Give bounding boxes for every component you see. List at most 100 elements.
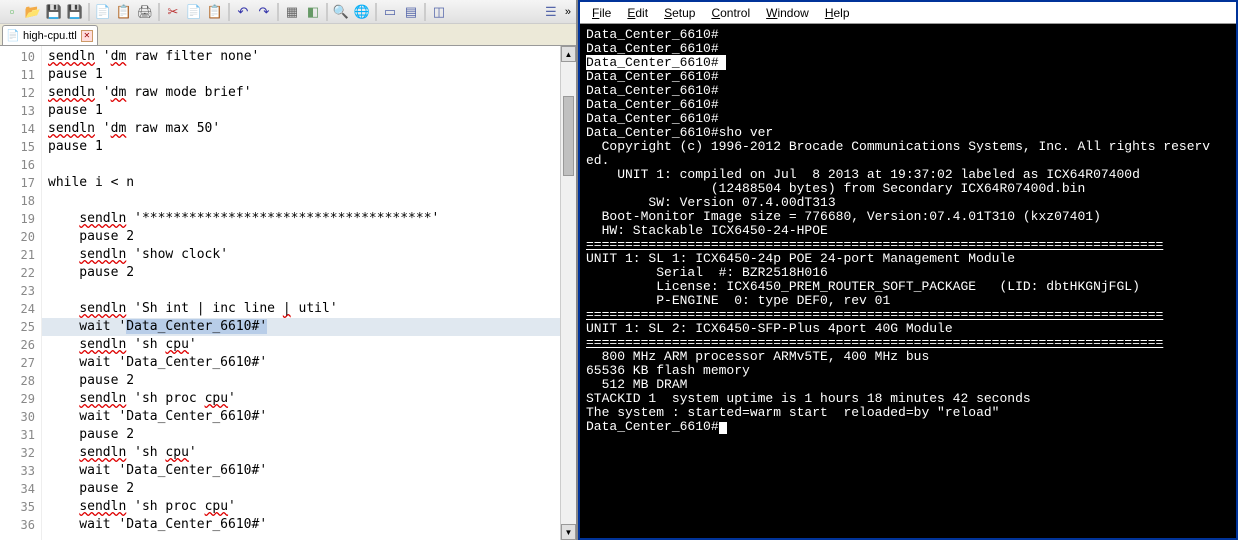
code-line[interactable]: pause 1 xyxy=(42,138,576,156)
terminal-cursor xyxy=(719,422,727,434)
code-line[interactable]: sendln '********************************… xyxy=(42,210,576,228)
terminal-line: Data_Center_6610# xyxy=(586,70,1230,84)
toolbar-overflow-button[interactable]: » xyxy=(562,6,574,18)
paste-2-icon[interactable]: 📋 xyxy=(114,2,134,22)
terminal-line: HW: Stackable ICX6450-24-HPOE xyxy=(586,224,1230,238)
terminal-line: P-ENGINE 0: type DEF0, rev 01 xyxy=(586,294,1230,308)
redo-icon[interactable]: ↷ xyxy=(254,2,274,22)
line-number: 21 xyxy=(0,246,41,264)
terminal-line: Serial #: BZR2518H016 xyxy=(586,266,1230,280)
code-line[interactable]: pause 2 xyxy=(42,426,576,444)
code-line[interactable] xyxy=(42,192,576,210)
code-line[interactable]: wait 'Data_Center_6610#' xyxy=(42,354,576,372)
toolbar-separator xyxy=(326,3,328,21)
line-number: 22 xyxy=(0,264,41,282)
code-line[interactable]: wait 'Data_Center_6610#' xyxy=(42,516,576,534)
menu-bar: FileEditSetupControlWindowHelp xyxy=(580,2,1236,24)
code-line[interactable]: sendln 'sh cpu' xyxy=(42,444,576,462)
terminal-line: Data_Center_6610# xyxy=(586,84,1230,98)
scroll-up-button[interactable]: ▲ xyxy=(561,46,576,62)
terminal-line: Data_Center_6610# xyxy=(586,420,1230,434)
terminal-line: 800 MHz ARM processor ARMv5TE, 400 MHz b… xyxy=(586,350,1230,364)
menu-window[interactable]: Window xyxy=(758,4,817,22)
panel2-icon[interactable]: ☰ xyxy=(541,2,561,22)
code-line[interactable]: sendln 'show clock' xyxy=(42,246,576,264)
menu-file[interactable]: File xyxy=(584,4,619,22)
code-line[interactable]: wait 'Data_Center_6610#' xyxy=(42,408,576,426)
terminal-line: The system : started=warm start reloaded… xyxy=(586,406,1230,420)
menu-control[interactable]: Control xyxy=(703,4,758,22)
code-line[interactable]: pause 2 xyxy=(42,228,576,246)
menu-edit[interactable]: Edit xyxy=(619,4,656,22)
toolbar-separator xyxy=(424,3,426,21)
win-icon[interactable]: ▭ xyxy=(380,2,400,22)
undo-icon[interactable]: ↶ xyxy=(233,2,253,22)
code-line[interactable]: wait 'Data_Center_6610#' xyxy=(42,462,576,480)
line-number: 35 xyxy=(0,498,41,516)
code-line[interactable] xyxy=(42,156,576,174)
line-number: 24 xyxy=(0,300,41,318)
code-area[interactable]: sendln 'dm raw filter none'pause 1sendln… xyxy=(42,46,576,540)
menu-help[interactable]: Help xyxy=(817,4,858,22)
scroll-thumb[interactable] xyxy=(563,96,574,176)
code-line[interactable]: pause 1 xyxy=(42,66,576,84)
line-number: 33 xyxy=(0,462,41,480)
copy-icon[interactable]: 📄 xyxy=(184,2,204,22)
cut-icon[interactable]: ✂ xyxy=(163,2,183,22)
code-line[interactable]: sendln 'sh proc cpu' xyxy=(42,498,576,516)
line-number: 31 xyxy=(0,426,41,444)
terminal-line: License: ICX6450_PREM_ROUTER_SOFT_PACKAG… xyxy=(586,280,1230,294)
code-line[interactable]: sendln 'sh proc cpu' xyxy=(42,390,576,408)
print-icon[interactable]: 🖨 xyxy=(135,2,155,22)
code-line[interactable]: sendln 'dm raw filter none' xyxy=(42,48,576,66)
line-number: 17 xyxy=(0,174,41,192)
save-icon[interactable]: 💾 xyxy=(44,2,64,22)
line-number: 23 xyxy=(0,282,41,300)
terminal-output[interactable]: Data_Center_6610#Data_Center_6610#Data_C… xyxy=(580,24,1236,538)
globe-icon[interactable]: 🌐 xyxy=(352,2,372,22)
box-icon[interactable]: ◧ xyxy=(303,2,323,22)
code-line[interactable]: sendln 'Sh int | inc line | util' xyxy=(42,300,576,318)
code-line[interactable]: pause 1 xyxy=(42,102,576,120)
terminal-pane: FileEditSetupControlWindowHelp Data_Cent… xyxy=(578,0,1238,540)
code-line[interactable]: while i < n xyxy=(42,174,576,192)
code-line[interactable]: sendln 'dm raw mode brief' xyxy=(42,84,576,102)
menu-setup[interactable]: Setup xyxy=(656,4,703,22)
line-number: 10 xyxy=(0,48,41,66)
code-line[interactable]: sendln 'dm raw max 50' xyxy=(42,120,576,138)
paste-icon[interactable]: 📋 xyxy=(205,2,225,22)
terminal-line: 65536 KB flash memory xyxy=(586,364,1230,378)
code-line[interactable]: wait 'Data_Center_6610#' xyxy=(42,318,576,336)
code-line[interactable] xyxy=(42,282,576,300)
line-number: 34 xyxy=(0,480,41,498)
search-icon[interactable]: 🔍 xyxy=(331,2,351,22)
scroll-down-button[interactable]: ▼ xyxy=(561,524,576,540)
line-number: 16 xyxy=(0,156,41,174)
pkg-icon[interactable]: ▦ xyxy=(282,2,302,22)
panel-icon[interactable]: ◫ xyxy=(429,2,449,22)
terminal-line: UNIT 1: compiled on Jul 8 2013 at 19:37:… xyxy=(586,168,1230,182)
toolbar-separator xyxy=(158,3,160,21)
code-line[interactable]: sendln 'sh cpu' xyxy=(42,336,576,354)
open-icon[interactable]: 📂 xyxy=(23,2,43,22)
terminal-line: ========================================… xyxy=(586,336,1230,350)
code-line[interactable]: pause 2 xyxy=(42,372,576,390)
save-all-icon[interactable]: 💾 xyxy=(65,2,85,22)
code-line[interactable]: pause 2 xyxy=(42,264,576,282)
tab-close-button[interactable]: ✕ xyxy=(81,30,93,42)
terminal-line: Data_Center_6610# xyxy=(586,28,1230,42)
terminal-line: Data_Center_6610# xyxy=(586,42,1230,56)
copy-2-icon[interactable]: 📄 xyxy=(93,2,113,22)
terminal-line: SW: Version 07.4.00dT313 xyxy=(586,196,1230,210)
line-number: 30 xyxy=(0,408,41,426)
new-icon[interactable]: ▫ xyxy=(2,2,22,22)
line-number: 26 xyxy=(0,336,41,354)
terminal-line: ========================================… xyxy=(586,308,1230,322)
win2-icon[interactable]: ▤ xyxy=(401,2,421,22)
toolbar-separator xyxy=(228,3,230,21)
toolbar-separator xyxy=(277,3,279,21)
code-line[interactable]: pause 2 xyxy=(42,480,576,498)
file-tab[interactable]: 📄 high-cpu.ttl ✕ xyxy=(2,25,98,45)
code-editor[interactable]: 1011121314151617181920212223242526272829… xyxy=(0,46,576,540)
vertical-scrollbar[interactable]: ▲ ▼ xyxy=(560,46,576,540)
